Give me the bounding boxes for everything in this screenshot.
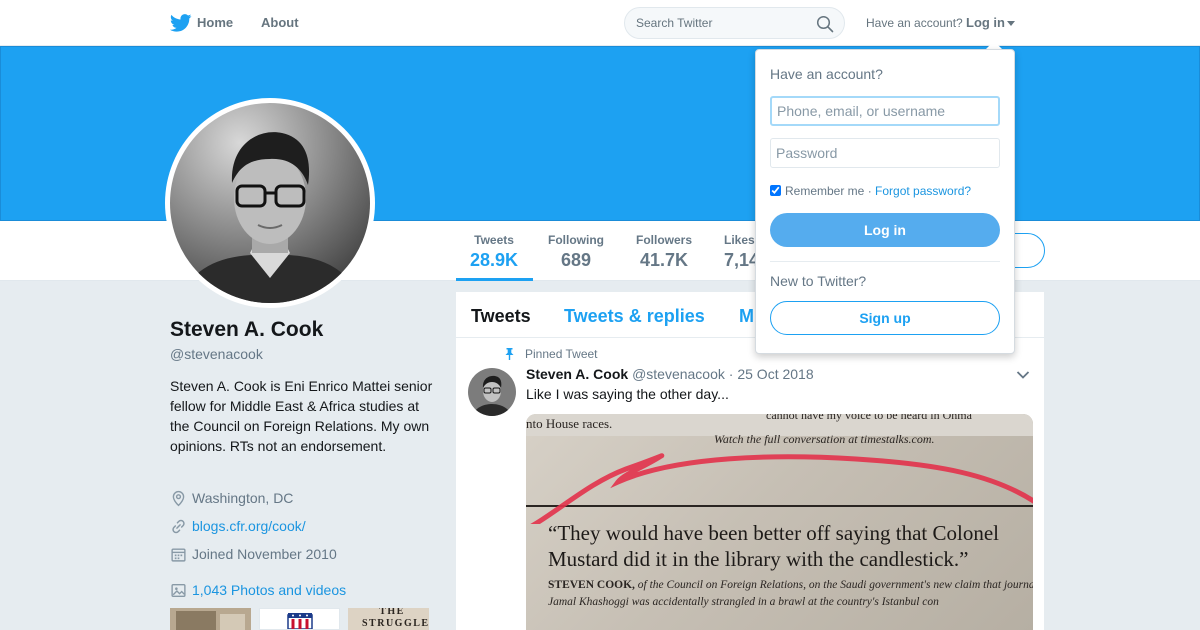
media-thumbnail[interactable] (259, 608, 340, 630)
nav-home-link[interactable]: Home (197, 15, 233, 30)
media-thumbnail[interactable]: THE STRUGGLE (348, 608, 429, 630)
dropdown-title: Have an account? (770, 66, 883, 82)
new-to-twitter-text: New to Twitter? (770, 273, 867, 289)
login-menu-button[interactable]: Log in (966, 15, 1005, 30)
stat-value: 41.7K (639, 250, 689, 270)
twitter-bird-icon[interactable] (170, 14, 192, 32)
profile-photo (170, 103, 370, 303)
remember-row: Remember me · Forgot password? (770, 184, 971, 198)
pinned-tweet-label: Pinned Tweet (525, 347, 598, 361)
stat-followers[interactable]: Followers 41.7K (636, 233, 692, 271)
chevron-down-icon[interactable] (1007, 21, 1015, 26)
tab-media[interactable]: M (739, 306, 754, 327)
search-icon[interactable] (816, 15, 834, 33)
nav-about-link[interactable]: About (261, 15, 299, 30)
login-button[interactable]: Log in (770, 213, 1000, 247)
top-nav: Home About Have an account? Log in (0, 0, 1200, 46)
joined-text: Joined November 2010 (192, 546, 337, 562)
dropdown-divider (770, 261, 1000, 262)
forgot-password-link[interactable]: Forgot password? (875, 184, 971, 198)
remember-me-label[interactable]: Remember me (785, 184, 864, 198)
thumbnail-book-title: THE STRUGGLE (362, 608, 429, 629)
caption-name: STEVEN COOK, (548, 579, 635, 591)
stat-label: Likes (724, 233, 755, 247)
active-tab-indicator (456, 278, 533, 281)
uncle-sam-hat-icon (287, 613, 313, 629)
profile-handle[interactable]: @stevenacook (170, 346, 263, 362)
profile-name[interactable]: Steven A. Cook (170, 318, 323, 342)
clipping-caption: STEVEN COOK, of the Council on Foreign R… (548, 577, 1033, 611)
stat-value: 689 (560, 250, 592, 270)
red-marker-underline (530, 453, 1033, 524)
stat-value: 7,14 (724, 250, 760, 270)
clipping-quote: “They would have been better off saying … (548, 521, 999, 571)
stat-tweets[interactable]: Tweets 28.9K (470, 233, 518, 271)
remember-me-checkbox[interactable] (770, 185, 781, 196)
tweet-separator: · (728, 366, 734, 382)
login-dropdown: Have an account? Remember me · Forgot pa… (755, 49, 1015, 354)
tab-tweets[interactable]: Tweets (471, 306, 531, 327)
tweet-author-handle[interactable]: @stevenacook (632, 366, 725, 382)
have-account-text: Have an account? (866, 16, 963, 30)
media-thumbnail[interactable] (170, 608, 251, 630)
profile-bio: Steven A. Cook is Eni Enrico Mattei seni… (170, 378, 433, 454)
tweet-header: Steven A. Cook @stevenacook · 25 Oct 201… (526, 366, 814, 382)
tweet-date[interactable]: 25 Oct 2018 (737, 366, 813, 382)
calendar-icon (171, 548, 186, 562)
link-icon (172, 519, 185, 534)
photo-icon (171, 583, 186, 598)
password-field[interactable] (770, 138, 1000, 168)
stat-following[interactable]: Following 689 (548, 233, 604, 271)
stat-likes[interactable]: Likes 7,14 (724, 233, 759, 271)
tweet-text: Like I was saying the other day... (526, 386, 729, 402)
username-field[interactable] (770, 96, 1000, 126)
separator-dot: · (864, 184, 876, 198)
tweet-media-image[interactable]: cannot have my voice to be heard in Ohma… (526, 414, 1033, 630)
location-pin-icon (172, 490, 185, 507)
stat-label: Following (548, 233, 604, 247)
tweet-avatar-image (468, 368, 516, 416)
tweet-author-name[interactable]: Steven A. Cook (526, 366, 628, 382)
pin-icon (505, 348, 514, 360)
stat-label: Followers (636, 233, 693, 247)
profile-avatar[interactable] (165, 98, 375, 308)
chevron-down-icon[interactable] (1016, 370, 1030, 380)
tweet-avatar[interactable] (468, 368, 516, 416)
search-box (624, 7, 845, 39)
signup-button[interactable]: Sign up (770, 301, 1000, 335)
location-text: Washington, DC (192, 490, 294, 506)
website-link[interactable]: blogs.cfr.org/cook/ (192, 518, 306, 534)
stat-value: 28.9K (470, 250, 519, 270)
stat-label: Tweets (474, 233, 514, 247)
search-input[interactable] (636, 15, 806, 31)
photos-videos-link[interactable]: 1,043 Photos and videos (192, 582, 346, 598)
tab-tweets-replies[interactable]: Tweets & replies (564, 306, 705, 327)
thumbnail-image (176, 611, 245, 630)
